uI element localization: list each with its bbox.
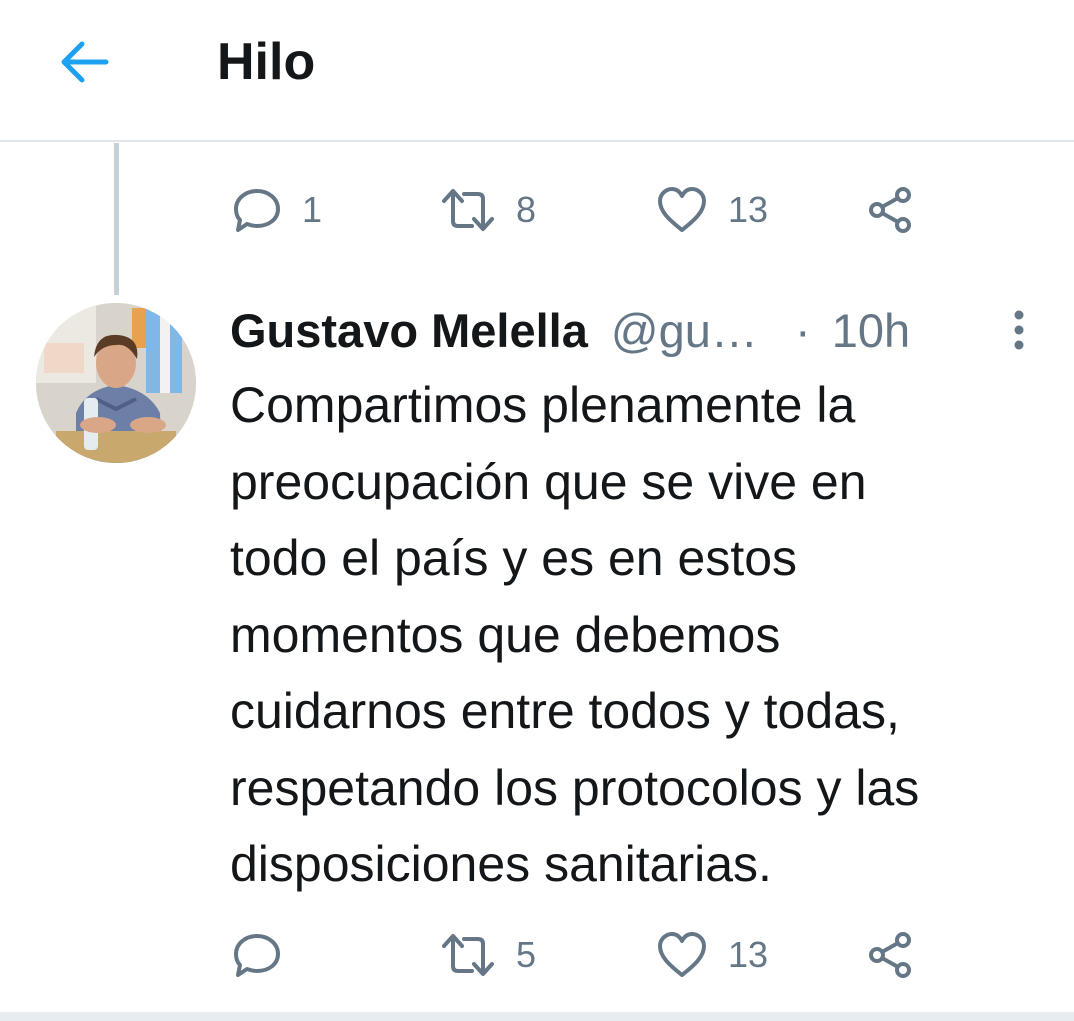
tweet-header: Gustavo Melella @gu… · 10h (230, 300, 1030, 362)
author-name[interactable]: Gustavo Melella (230, 304, 588, 357)
arrow-left-icon (61, 41, 109, 83)
tweet-text-line: disposiciones sanitarias. (230, 836, 772, 892)
meta-separator: · (794, 304, 811, 357)
tweet-text-line: todo el país y es en estos (230, 530, 798, 586)
heart-icon (658, 187, 706, 232)
section-divider (0, 1012, 1074, 1021)
reply-icon (234, 189, 280, 232)
retweet-count: 5 (516, 934, 537, 975)
like-button[interactable]: 13 (656, 180, 768, 240)
tweet-timestamp[interactable]: 10h (832, 304, 910, 357)
tweet-text: Compartimos plenamente la preocupación q… (230, 367, 1060, 903)
heart-icon (658, 932, 706, 977)
back-button[interactable] (52, 30, 116, 94)
thread-connector-line (114, 143, 119, 295)
tweet-text-line: preocupación que se vive en (230, 453, 867, 510)
like-button[interactable]: 13 (656, 925, 768, 985)
reply-button[interactable] (232, 925, 302, 985)
reply-icon (234, 934, 280, 977)
reply-count: 1 (302, 189, 323, 230)
author-avatar[interactable] (36, 303, 196, 463)
vertical-dots-icon (1014, 310, 1024, 350)
reply-button[interactable]: 1 (232, 180, 322, 240)
retweet-count: 8 (516, 189, 537, 230)
share-button[interactable] (866, 925, 916, 985)
share-icon (869, 187, 911, 233)
more-options-button[interactable] (1004, 305, 1034, 355)
tweet-text-line: momentos que debemos (230, 606, 781, 663)
retweet-button[interactable]: 8 (440, 180, 536, 240)
tweet-text-line: respetando los protocolos y las (230, 759, 920, 816)
tweet-text-line: cuidarnos entre todos y todas, (230, 683, 900, 739)
app-header: Hilo (0, 0, 1074, 142)
parent-tweet-actions: 1 8 13 (232, 180, 952, 240)
retweet-icon (442, 189, 494, 231)
like-count: 13 (728, 189, 769, 230)
share-button[interactable] (866, 180, 916, 240)
page-title: Hilo (217, 33, 316, 91)
like-count: 13 (728, 934, 769, 975)
tweet-actions: 5 13 (232, 925, 952, 985)
retweet-button[interactable]: 5 (440, 925, 536, 985)
author-handle[interactable]: @gu… (611, 304, 758, 357)
retweet-icon (442, 934, 494, 976)
share-icon (869, 932, 911, 978)
tweet-text-line: Compartimos plenamente la (230, 377, 856, 433)
